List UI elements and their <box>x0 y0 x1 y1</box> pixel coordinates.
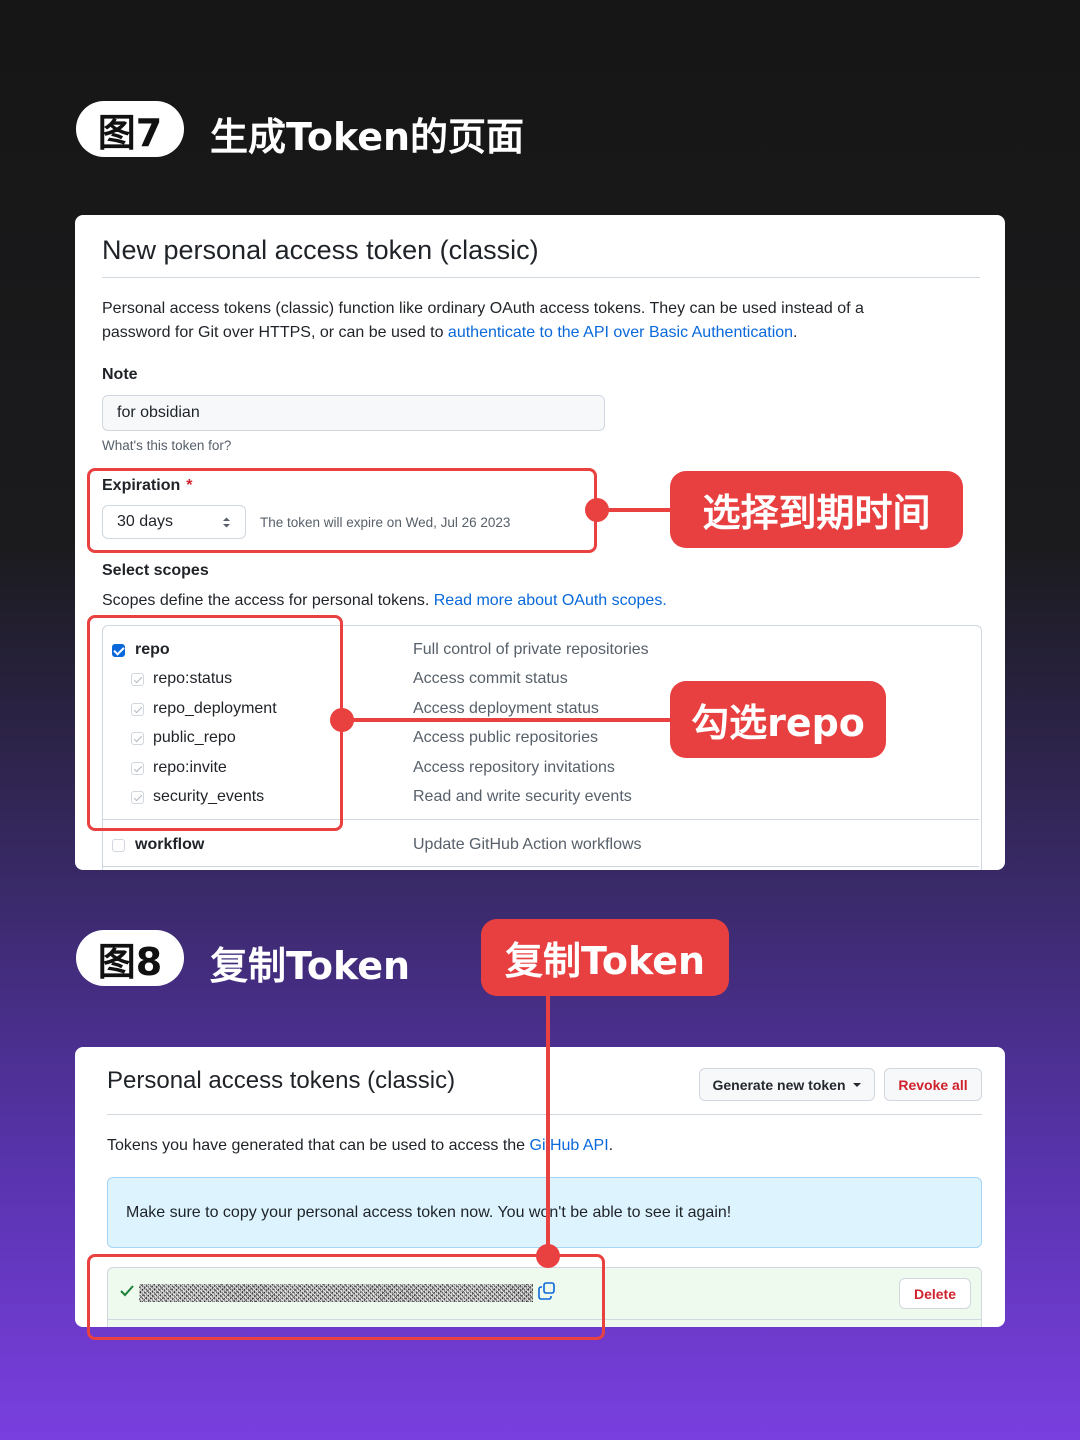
scopes-description: Scopes define the access for personal to… <box>102 589 982 613</box>
generate-token-button[interactable]: Generate new token <box>699 1068 875 1101</box>
note-input[interactable]: for obsidian <box>102 395 605 431</box>
workflow-checkbox[interactable] <box>112 839 125 852</box>
scope-desc: Access deployment status <box>413 700 599 717</box>
scopes-label: Select scopes <box>102 562 209 579</box>
note-hint: What's this token for? <box>102 438 232 453</box>
expiration-highlight <box>87 468 597 553</box>
github-api-link[interactable]: GitHub API <box>530 1137 609 1154</box>
figure-badge: 图7 <box>76 101 184 157</box>
note-value: for obsidian <box>117 404 200 421</box>
annotation-connector <box>342 718 672 722</box>
tokens-desc-text: Tokens you have generated that can be us… <box>107 1137 530 1154</box>
scope-desc: Access public repositories <box>413 729 598 746</box>
chevron-down-icon <box>852 1082 861 1087</box>
copy-callout: 复制Token <box>481 919 729 996</box>
scope-desc: Full control of private repositories <box>413 641 649 658</box>
scope-desc: Access commit status <box>413 670 568 687</box>
annotation-connector <box>597 508 672 512</box>
revoke-all-button[interactable]: Revoke all <box>884 1068 982 1101</box>
divider <box>102 277 980 278</box>
figure-badge: 图8 <box>76 930 184 986</box>
basic-auth-link[interactable]: authenticate to the API over Basic Authe… <box>448 324 793 341</box>
intro-line-1: Personal access tokens (classic) functio… <box>102 300 864 317</box>
page-title: Personal access tokens (classic) <box>107 1067 456 1094</box>
page-title: New personal access token (classic) <box>102 235 539 265</box>
scope-desc: Update GitHub Action workflows <box>413 836 642 853</box>
intro-period: . <box>793 324 798 341</box>
delete-token-button[interactable]: Delete <box>899 1278 971 1309</box>
scope-desc: Read and write security events <box>413 788 632 805</box>
scopes-desc-text: Scopes define the access for personal to… <box>102 592 434 609</box>
intro-line-2: password for Git over HTTPS, or can be u… <box>102 321 982 345</box>
figure-title: 复制Token <box>210 944 411 988</box>
generate-token-label: Generate new token <box>712 1076 846 1093</box>
annotation-connector <box>546 994 550 1256</box>
tokens-desc-period: . <box>608 1137 614 1154</box>
intro-text: password for Git over HTTPS, or can be u… <box>102 324 448 341</box>
repo-highlight <box>87 615 343 831</box>
copy-warning-flash: Make sure to copy your personal access t… <box>107 1177 982 1248</box>
token-highlight <box>87 1254 605 1340</box>
tokens-description: Tokens you have generated that can be us… <box>107 1134 977 1158</box>
expiration-callout: 选择到期时间 <box>670 471 963 548</box>
divider <box>107 1114 982 1115</box>
figure-title: 生成Token的页面 <box>210 115 525 159</box>
scope-name: workflow <box>135 836 205 853</box>
scope-group-divider <box>103 866 979 867</box>
note-label: Note <box>102 366 138 383</box>
scope-desc: Access repository invitations <box>413 759 615 776</box>
oauth-scopes-link[interactable]: Read more about OAuth scopes. <box>434 592 667 609</box>
repo-callout: 勾选repo <box>670 681 886 758</box>
